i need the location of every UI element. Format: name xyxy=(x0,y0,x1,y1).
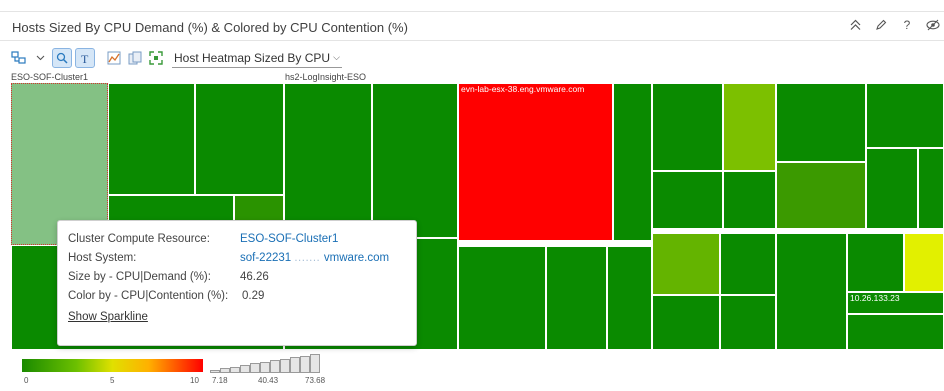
host-cell[interactable] xyxy=(847,233,904,292)
title-actions: ? xyxy=(848,17,940,33)
size-legend-bar xyxy=(290,357,300,373)
host-cell[interactable] xyxy=(723,83,776,171)
host-cell[interactable] xyxy=(776,233,847,350)
size-legend-tick: 40.43 xyxy=(258,376,279,385)
host-cell[interactable] xyxy=(776,162,866,229)
tooltip-key: Cluster Compute Resource: xyxy=(68,232,210,245)
size-legend-bar xyxy=(270,360,280,373)
host-cell[interactable]: evn-lab-esx-38.eng.vmware.com xyxy=(458,83,613,241)
svg-text:T: T xyxy=(81,52,89,64)
widget-titlebar: Hosts Sized By CPU Demand (%) & Colored … xyxy=(0,11,944,41)
heatmap-widget: Hosts Sized By CPU Demand (%) & Colored … xyxy=(0,0,944,391)
host-cell[interactable] xyxy=(720,233,776,295)
host-cell[interactable] xyxy=(723,171,776,229)
heatmap-view-select[interactable]: Host Heatmap Sized By CPU ⌵ xyxy=(172,48,342,68)
chart-icon[interactable] xyxy=(105,48,123,68)
host-cell[interactable] xyxy=(458,246,546,350)
host-cell[interactable] xyxy=(866,83,944,148)
zoom-icon[interactable] xyxy=(52,48,72,68)
tooltip-key: Size by - CPU|Demand (%): xyxy=(68,270,211,283)
size-legend-bar xyxy=(300,356,310,373)
host-cell[interactable] xyxy=(918,148,944,229)
view-select-label: Host Heatmap Sized By CPU xyxy=(174,50,331,65)
host-cell[interactable] xyxy=(652,295,720,350)
size-legend-bar xyxy=(210,370,220,373)
heatmap-toolbar: T Host Heatmap Sized By CPU ⌵ xyxy=(10,47,342,69)
host-cell[interactable] xyxy=(776,83,866,162)
edit-icon[interactable] xyxy=(874,17,888,33)
size-legend-bar xyxy=(250,363,260,373)
chevron-down-icon[interactable] xyxy=(31,48,49,68)
widget-title: Hosts Sized By CPU Demand (%) & Colored … xyxy=(12,20,408,35)
host-cell[interactable] xyxy=(546,246,607,350)
host-cell[interactable] xyxy=(195,83,284,195)
tooltip-host-link[interactable]: sof-22231 ....... vmware.com xyxy=(240,252,389,264)
host-cell-label: evn-lab-esx-38.eng.vmware.com xyxy=(461,84,585,94)
host-cell[interactable] xyxy=(866,148,918,229)
host-cell[interactable] xyxy=(607,246,652,350)
group-label-loginsight: hs2-LogInsight-ESO xyxy=(285,72,367,82)
size-legend-bar xyxy=(280,359,290,373)
tooltip-cluster-link[interactable]: ESO-SOF-Cluster1 xyxy=(240,233,338,245)
color-legend-tick: 0 xyxy=(24,376,29,385)
tooltip-key: Color by - CPU|Contention (%): xyxy=(68,289,229,302)
host-name-redacted: ....... xyxy=(294,251,324,264)
chevron-down-icon: ⌵ xyxy=(333,52,340,62)
color-legend-tick: 10 xyxy=(190,376,199,385)
fit-icon[interactable] xyxy=(147,48,165,68)
size-legend-bar xyxy=(230,367,240,373)
host-cell[interactable] xyxy=(613,83,652,241)
size-legend-tick: 73.68 xyxy=(305,376,326,385)
tooltip-key: Host System: xyxy=(68,251,137,264)
tooltip-row: Cluster Compute Resource: ESO-SOF-Cluste… xyxy=(68,229,406,248)
size-legend-bar xyxy=(310,354,320,373)
copy-icon[interactable] xyxy=(126,48,144,68)
collapse-icon[interactable] xyxy=(848,17,862,33)
host-name-end: vmware.com xyxy=(323,251,390,264)
tooltip-row: Color by - CPU|Contention (%): 0.29 xyxy=(68,286,406,305)
host-cell[interactable] xyxy=(108,83,195,195)
host-cell[interactable] xyxy=(652,233,720,295)
size-legend-bar xyxy=(240,365,250,373)
host-cell[interactable] xyxy=(652,171,723,229)
host-cell[interactable] xyxy=(847,314,944,350)
color-legend-bar xyxy=(22,359,203,372)
host-cell[interactable] xyxy=(284,83,372,238)
tooltip-row: Host System: sof-22231 ....... vmware.co… xyxy=(68,248,406,267)
size-legend-tick: 7.18 xyxy=(212,376,228,385)
host-cell-label: 10.26.133.23 xyxy=(850,293,900,303)
size-legend-bar xyxy=(220,368,230,373)
size-legend-bar xyxy=(260,362,270,373)
group-label-cluster1: ESO-SOF-Cluster1 xyxy=(11,72,89,82)
hide-icon[interactable] xyxy=(926,17,940,33)
tooltip-size-value: 46.26 xyxy=(240,270,269,283)
show-sparkline-link[interactable]: Show Sparkline xyxy=(68,311,148,323)
host-cell[interactable]: 10.26.133.23 xyxy=(847,292,944,314)
tooltip-color-value: 0.29 xyxy=(242,289,265,302)
host-name-start: sof-22231 xyxy=(240,251,292,264)
help-icon[interactable]: ? xyxy=(900,17,914,33)
host-cell[interactable] xyxy=(372,83,458,238)
color-legend-tick: 5 xyxy=(110,376,115,385)
tooltip-row: Size by - CPU|Demand (%): 46.26 xyxy=(68,267,406,286)
group-by-icon[interactable] xyxy=(10,48,28,68)
text-label-icon[interactable]: T xyxy=(75,48,95,68)
host-cell[interactable] xyxy=(720,295,776,350)
host-tooltip: Cluster Compute Resource: ESO-SOF-Cluste… xyxy=(57,220,417,346)
host-cell[interactable] xyxy=(652,83,723,171)
host-cell[interactable] xyxy=(904,233,944,292)
size-legend xyxy=(210,354,320,373)
